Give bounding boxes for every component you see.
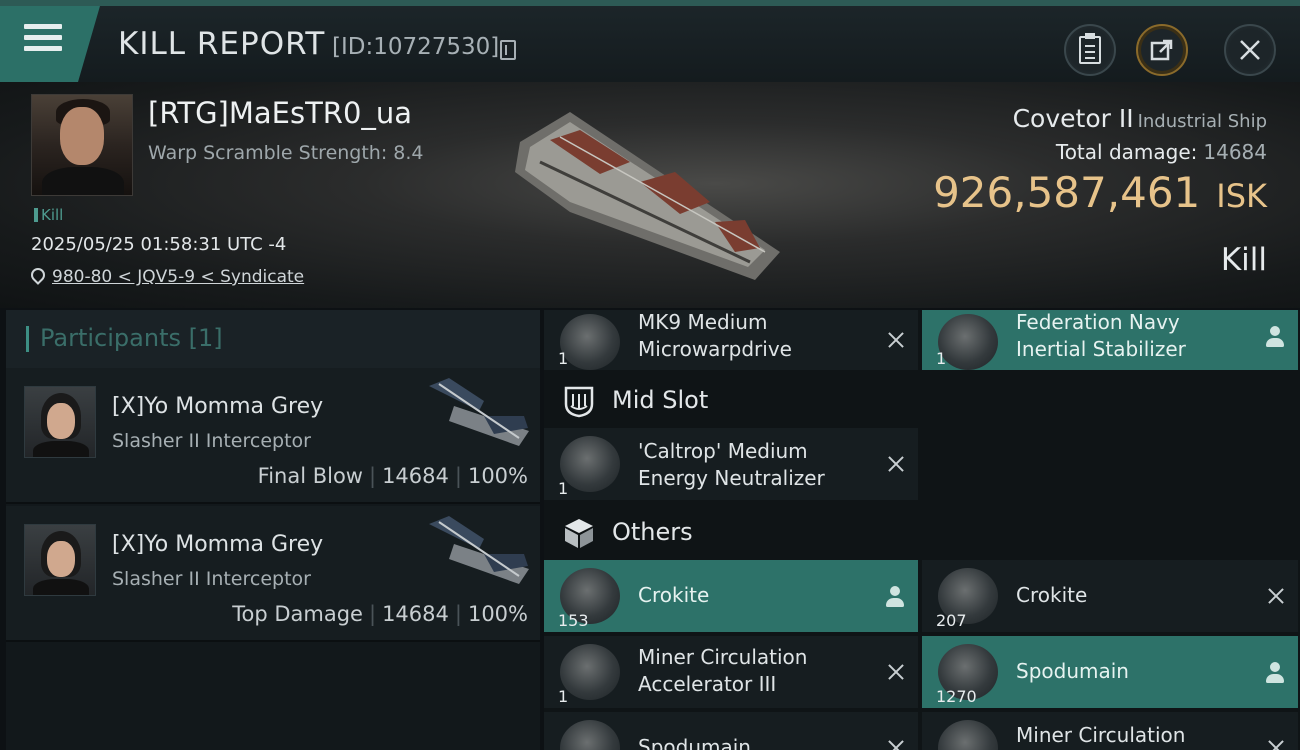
item-quantity: 1270 — [936, 687, 977, 706]
share-button[interactable] — [1136, 24, 1188, 76]
kill-datetime: 2025/05/25 01:58:31 UTC -4 — [31, 234, 287, 255]
close-button[interactable] — [1224, 24, 1276, 76]
microwarpdrive-icon — [560, 314, 620, 370]
location-pin-icon — [28, 265, 48, 285]
item-name: Miner Circulation — [1016, 723, 1186, 747]
destroyed-x-icon — [1266, 738, 1286, 750]
victim-avatar[interactable] — [31, 94, 133, 196]
participant-damage: 14684 — [382, 464, 449, 488]
participant-row[interactable]: [X]Yo Momma Grey Slasher II Interceptor … — [6, 506, 540, 642]
mid-slot-icon — [564, 386, 594, 418]
item-name: Miner Circulation Accelerator III — [638, 645, 808, 696]
participant-role: Top Damage — [232, 602, 363, 626]
participant-ship-image — [429, 378, 529, 446]
energy-neutralizer-icon — [560, 436, 620, 492]
isk-value: 926,587,461 ISK — [933, 168, 1267, 217]
victim-ship-image — [515, 112, 780, 280]
cargo-item-destroyed[interactable]: 207 Crokite — [922, 560, 1298, 632]
top-bar: KILL REPORT [ID:10727530] — [0, 0, 1300, 82]
item-quantity: 153 — [558, 611, 589, 630]
page-title: KILL REPORT — [118, 26, 326, 62]
participant-name: [X]Yo Momma Grey — [112, 394, 324, 419]
destroyed-x-icon — [886, 330, 906, 350]
item-quantity: 1 — [558, 479, 569, 498]
participant-name: [X]Yo Momma Grey — [112, 532, 324, 557]
item-quantity: 207 — [936, 611, 967, 630]
item-name: Crokite — [1016, 583, 1088, 607]
warp-scramble-strength: Warp Scramble Strength: 8.4 — [148, 142, 424, 164]
cargo-item-destroyed[interactable]: Miner Circulation — [922, 712, 1298, 750]
isk-amount: 926,587,461 — [933, 168, 1201, 217]
cargo-item-dropped[interactable]: 1270 Spodumain — [922, 636, 1298, 708]
mining-rig-icon — [938, 720, 998, 750]
mining-rig-icon — [560, 644, 620, 700]
item-quantity: 1 — [558, 687, 569, 706]
others-section-header: Others — [544, 506, 1300, 560]
participants-label: Participants — [40, 324, 181, 352]
dropped-person-icon — [1266, 326, 1284, 348]
item-name: Federation Navy Inertial Stabilizer — [1016, 310, 1186, 361]
item-name: Spodumain — [1016, 659, 1129, 683]
destroyed-x-icon — [886, 738, 906, 750]
kill-tag: Kill — [34, 206, 63, 224]
mid-slot-section-header: Mid Slot — [544, 374, 1300, 428]
dropped-person-icon — [1266, 662, 1284, 684]
participant-avatar[interactable] — [24, 386, 96, 458]
isk-unit: ISK — [1216, 177, 1267, 215]
hamburger-menu-icon[interactable] — [24, 24, 62, 56]
destroyed-x-icon — [886, 454, 906, 474]
item-quantity: 1 — [936, 349, 947, 368]
share-icon — [1150, 39, 1173, 61]
spodumain-ore-icon — [560, 720, 620, 750]
victim-name[interactable]: [RTG]MaEsTR0_ua — [148, 96, 412, 130]
clipboard-icon — [1079, 33, 1101, 64]
cargo-item-destroyed[interactable]: Spodumain — [544, 712, 918, 750]
participant-stats: Top Damage | 14684 | 100% — [232, 602, 528, 626]
participant-ship: Slasher II Interceptor — [112, 568, 311, 590]
participant-damage: 14684 — [382, 602, 449, 626]
destroyed-x-icon — [1266, 586, 1286, 606]
participant-row[interactable]: [X]Yo Momma Grey Slasher II Interceptor … — [6, 368, 540, 504]
mid-slot-label: Mid Slot — [612, 386, 709, 414]
total-damage: Total damage: 14684 — [1056, 140, 1267, 164]
participant-stats: Final Blow | 14684 | 100% — [257, 464, 528, 488]
participant-percent: 100% — [467, 464, 528, 488]
kill-result: Kill — [1220, 242, 1267, 278]
participants-panel: Participants [1] [X]Yo Momma Grey Slashe… — [6, 310, 540, 750]
report-button[interactable] — [1064, 24, 1116, 76]
participant-percent: 100% — [467, 602, 528, 626]
total-damage-value: 14684 — [1203, 140, 1267, 164]
module-item-dropped[interactable]: 1 Federation Navy Inertial Stabilizer — [922, 310, 1298, 370]
participant-role: Final Blow — [257, 464, 363, 488]
kill-location-link[interactable]: 980-80 < JQV5-9 < Syndicate — [52, 267, 304, 287]
report-id: [ID:10727530] — [332, 34, 500, 60]
item-name: MK9 Medium Microwarpdrive — [638, 310, 792, 361]
close-icon — [1240, 40, 1260, 60]
fitting-panel: 1 MK9 Medium Microwarpdrive 1 Federation … — [544, 310, 1300, 750]
ship-class: Industrial Ship — [1137, 111, 1267, 132]
victim-ship[interactable]: Covetor II Industrial Ship — [1013, 104, 1267, 133]
kill-summary-banner: [RTG]MaEsTR0_ua Warp Scramble Strength: … — [0, 82, 1300, 308]
dropped-person-icon — [886, 586, 904, 608]
participant-ship-image — [429, 516, 529, 584]
module-item-destroyed[interactable]: 1 MK9 Medium Microwarpdrive — [544, 310, 918, 370]
item-name: Spodumain — [638, 735, 751, 750]
participant-ship: Slasher II Interceptor — [112, 430, 311, 452]
item-name: Crokite — [638, 583, 710, 607]
participants-header: Participants [1] — [6, 310, 540, 368]
total-damage-label: Total damage: — [1055, 140, 1198, 164]
item-quantity: 1 — [558, 349, 569, 368]
cargo-item-destroyed[interactable]: 1 Miner Circulation Accelerator III — [544, 636, 918, 708]
participant-avatar[interactable] — [24, 524, 96, 596]
cargo-item-dropped[interactable]: 153 Crokite — [544, 560, 918, 632]
inertial-stabilizer-icon — [938, 314, 998, 370]
module-item-destroyed[interactable]: 1 'Caltrop' Medium Energy Neutralizer — [544, 428, 918, 500]
others-label: Others — [612, 518, 693, 546]
copy-icon[interactable] — [500, 40, 516, 60]
destroyed-x-icon — [886, 662, 906, 682]
participants-count: [1] — [188, 324, 223, 352]
ship-name: Covetor II — [1012, 104, 1134, 133]
item-name: 'Caltrop' Medium Energy Neutralizer — [638, 439, 825, 490]
cargo-box-icon — [565, 519, 593, 548]
